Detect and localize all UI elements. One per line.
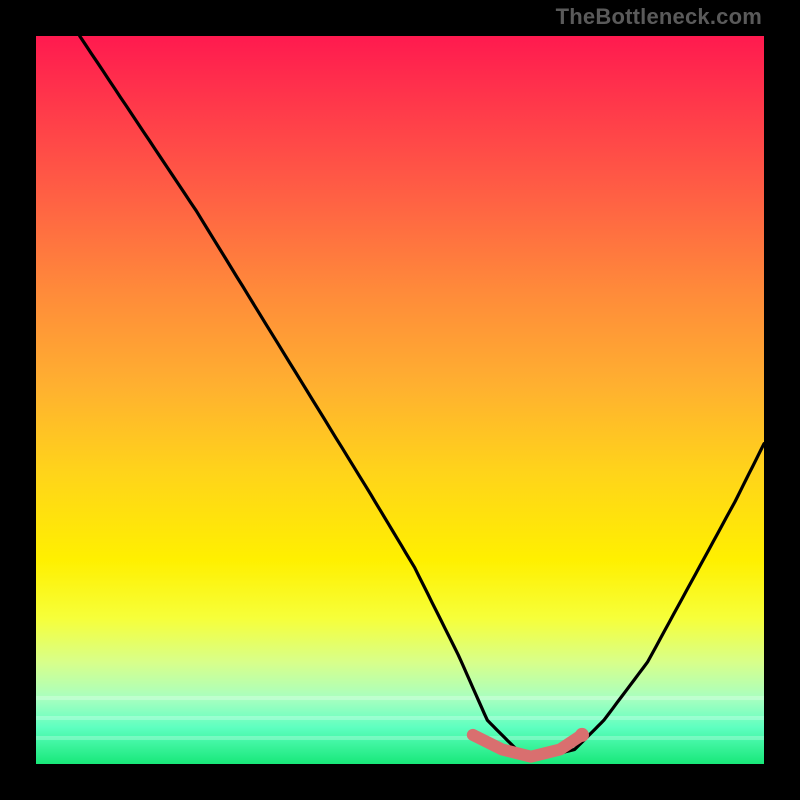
- watermark-text: TheBottleneck.com: [556, 4, 762, 30]
- chart-svg: [36, 36, 764, 764]
- chart-frame: TheBottleneck.com: [0, 0, 800, 800]
- optimal-end-dot: [575, 728, 589, 742]
- optimal-marker: [473, 735, 582, 757]
- chart-plot-area: [36, 36, 764, 764]
- bottleneck-curve: [80, 36, 764, 757]
